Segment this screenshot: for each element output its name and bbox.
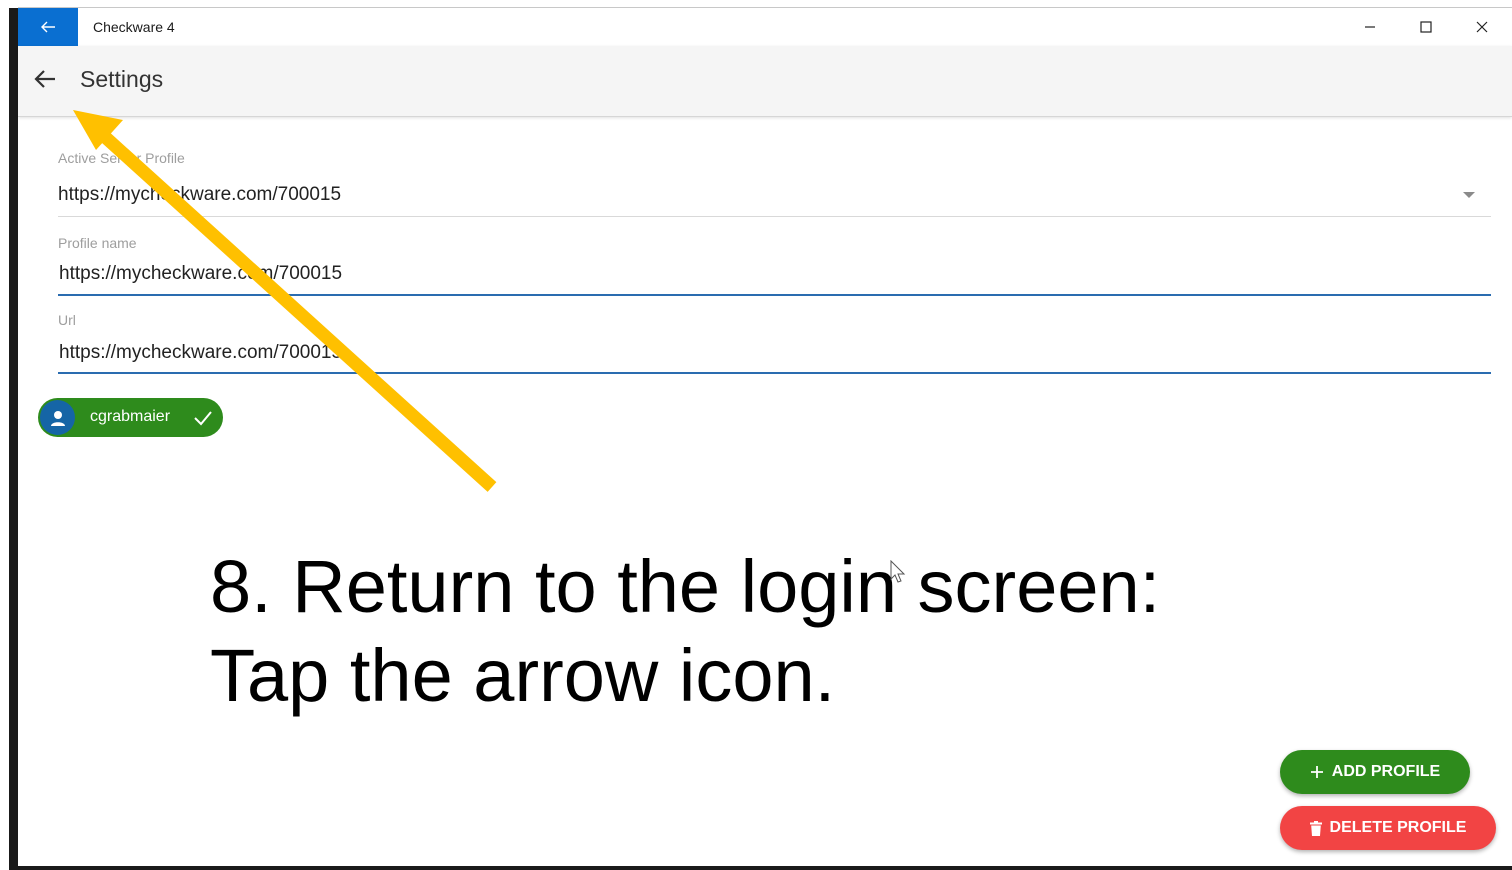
maximize-icon [1420, 21, 1432, 33]
url-label: Url [58, 312, 76, 328]
screenshot-frame: Checkware 4 Settings Active Server Profi… [0, 0, 1512, 870]
mouse-cursor-icon [890, 560, 906, 583]
window-title: Checkware 4 [93, 19, 175, 35]
plus-icon [1310, 765, 1324, 779]
check-icon [194, 411, 212, 426]
chevron-down-icon [1463, 192, 1475, 198]
annotation-arrow [73, 110, 497, 492]
server-profile-underline [58, 216, 1491, 217]
close-icon [1476, 21, 1488, 33]
server-profile-value: https://mycheckware.com/700015 [58, 184, 342, 205]
window-bottom-edge [9, 866, 1512, 870]
delete-profile-label: DELETE PROFILE [1329, 819, 1467, 836]
url-value: https://mycheckware.com/700015 [59, 342, 343, 363]
profile-name-field[interactable]: Profile name https://mycheckware.com/700… [58, 235, 1491, 300]
profile-name-label: Profile name [58, 235, 137, 251]
trash-icon [1309, 820, 1322, 836]
server-profile-label: Active Server Profile [58, 150, 185, 166]
profile-name-value: https://mycheckware.com/700015 [59, 263, 343, 284]
minimize-button[interactable] [1342, 8, 1398, 46]
user-chip-label: cgrabmaier [90, 408, 171, 425]
window-titlebar: Checkware 4 [18, 8, 1512, 46]
profile-name-underline [58, 294, 1491, 296]
back-button[interactable] [30, 64, 60, 94]
app-header: Settings [18, 46, 1512, 117]
close-button[interactable] [1454, 8, 1510, 46]
server-profile-select[interactable]: Active Server Profile https://mycheckwar… [58, 150, 1491, 220]
add-profile-label: ADD PROFILE [1331, 763, 1441, 780]
instruction-caption: 8. Return to the login screen: Tap the a… [210, 542, 1310, 720]
titlebar-back-button[interactable] [18, 8, 78, 46]
url-underline [58, 372, 1491, 374]
page-title: Settings [80, 66, 164, 92]
arrow-left-icon [41, 21, 55, 33]
instruction-line-1: 8. Return to the login screen: [210, 545, 1161, 628]
user-chip[interactable]: cgrabmaier [38, 398, 223, 437]
window-left-edge [9, 8, 18, 870]
url-field[interactable]: Url https://mycheckware.com/700015 [58, 312, 1491, 377]
minimize-icon [1365, 26, 1375, 28]
delete-profile-button[interactable]: DELETE PROFILE [1280, 806, 1496, 850]
instruction-line-2: Tap the arrow icon. [210, 634, 836, 717]
maximize-button[interactable] [1398, 8, 1454, 46]
arrow-left-icon [34, 70, 55, 88]
person-icon [40, 400, 75, 435]
add-profile-button[interactable]: ADD PROFILE [1280, 750, 1470, 794]
